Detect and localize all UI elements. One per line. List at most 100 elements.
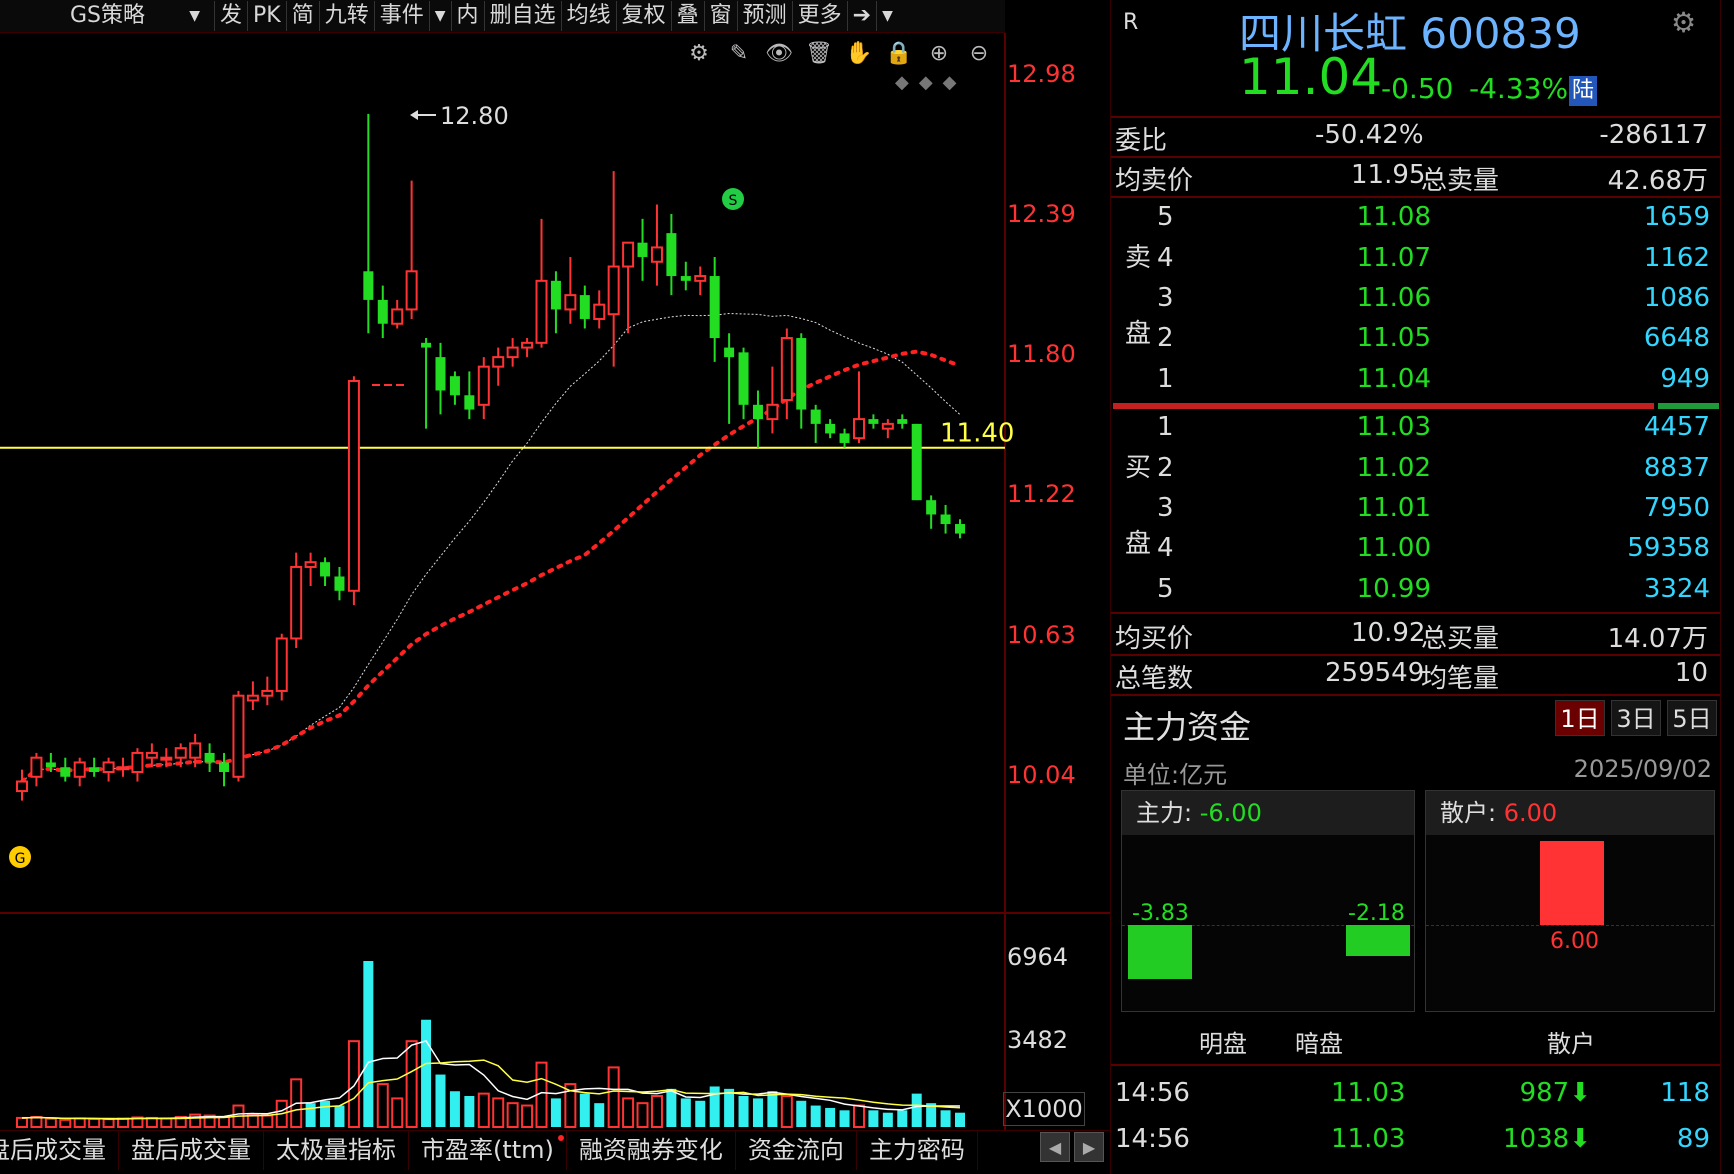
kline-chart[interactable]: 11.40 12.80 S G bbox=[0, 33, 1110, 1130]
ask-side-char: 卖 bbox=[1124, 243, 1151, 273]
bid-price[interactable]: 11.03 bbox=[1311, 412, 1431, 442]
candle bbox=[391, 299, 404, 329]
ask-price[interactable]: 11.05 bbox=[1311, 323, 1431, 353]
bid-side-char: 买 bbox=[1124, 453, 1151, 483]
volume-bar bbox=[940, 1110, 951, 1127]
tab-margin-trading[interactable]: 融资融券变化 bbox=[567, 1131, 736, 1170]
pen-icon[interactable]: ✎ bbox=[726, 40, 752, 66]
volume-bar bbox=[347, 1040, 360, 1129]
toolbar-item-forecast[interactable]: 预测 bbox=[738, 1, 793, 31]
dark-market-value: -2.18 bbox=[1348, 901, 1405, 926]
price-tick: 12.39 bbox=[1007, 200, 1076, 228]
toolbar-item-window[interactable]: 窗 bbox=[705, 1, 738, 31]
tab-main-code[interactable]: 主力密码 bbox=[857, 1131, 978, 1170]
hand-icon[interactable]: ✋ bbox=[845, 40, 872, 66]
tab-after-hours-volume-2[interactable]: 盘后成交量 bbox=[119, 1131, 264, 1170]
bid-price[interactable]: 11.01 bbox=[1311, 493, 1431, 523]
period-1d[interactable]: 1日 bbox=[1555, 700, 1605, 736]
ask-price[interactable]: 11.08 bbox=[1311, 202, 1431, 232]
volume-bar bbox=[421, 1019, 432, 1127]
volume-bar bbox=[550, 1098, 561, 1127]
toolbar-item-adjust[interactable]: 复权 bbox=[617, 1, 672, 31]
toolbar-item-dropdown[interactable]: ▼ bbox=[430, 1, 452, 31]
zoom-out-icon[interactable]: ⊖ bbox=[966, 40, 992, 66]
right-edge-panel bbox=[1720, 0, 1734, 1174]
candle-body bbox=[940, 514, 951, 525]
ask-price[interactable]: 11.04 bbox=[1311, 364, 1431, 394]
gear-icon[interactable]: ⚙ bbox=[1671, 6, 1696, 39]
candle bbox=[911, 423, 922, 501]
bid-price[interactable]: 11.02 bbox=[1311, 453, 1431, 483]
bid-price[interactable]: 10.99 bbox=[1311, 574, 1431, 604]
candle-body bbox=[868, 419, 879, 424]
chevron-down-icon[interactable]: ▼ bbox=[877, 1, 898, 31]
candle-body bbox=[117, 766, 130, 771]
candle bbox=[868, 414, 879, 429]
candle bbox=[521, 338, 534, 358]
volume-bar bbox=[738, 1096, 749, 1127]
tab-fund-flow[interactable]: 资金流向 bbox=[736, 1131, 857, 1170]
tab-taiji-volume[interactable]: 太极量指标 bbox=[264, 1131, 409, 1170]
volume-bar bbox=[825, 1107, 836, 1127]
quote-panel: R 四川长虹 600839 ⚙ 11.04 -0.50 -4.33% 陆 委比 … bbox=[1110, 0, 1721, 1174]
bid-price[interactable]: 11.00 bbox=[1311, 533, 1431, 563]
candle bbox=[363, 113, 374, 334]
retail-value: 6.00 bbox=[1503, 799, 1558, 827]
toolbar-item-jian[interactable]: 简 bbox=[287, 1, 320, 31]
toolbar-item-ma[interactable]: 均线 bbox=[562, 1, 617, 31]
toolbar-item-nei[interactable]: 内 bbox=[452, 1, 485, 31]
bid-level: 3 bbox=[1157, 493, 1174, 523]
candle-body bbox=[73, 761, 86, 778]
volume-bar bbox=[839, 1110, 850, 1127]
candle-body bbox=[897, 419, 908, 424]
candle-body bbox=[290, 565, 303, 640]
unit-label: 单位:亿元 bbox=[1123, 761, 1228, 789]
trades-count: 259549 bbox=[1325, 658, 1425, 688]
volume-bar bbox=[767, 1091, 778, 1127]
toolbar-item-events[interactable]: 事件 bbox=[375, 1, 430, 31]
settings-icon[interactable]: ⚙ bbox=[686, 40, 712, 66]
price-tick: 10.63 bbox=[1007, 621, 1076, 649]
signal-g-icon[interactable]: G bbox=[9, 846, 31, 868]
signal-s-icon[interactable]: S bbox=[722, 188, 744, 210]
period-3d[interactable]: 3日 bbox=[1611, 700, 1661, 736]
volume-bar bbox=[405, 1040, 418, 1129]
candle-body bbox=[421, 342, 432, 348]
money-flow-title: 主力资金 bbox=[1123, 708, 1252, 746]
tab-after-hours-volume[interactable]: 盘后成交量 bbox=[0, 1131, 119, 1170]
candle bbox=[897, 414, 908, 429]
ask-level: 2 bbox=[1157, 323, 1174, 353]
volume-bar bbox=[117, 1117, 130, 1129]
toolbar-item-more[interactable]: 更多 bbox=[793, 1, 848, 31]
candle bbox=[405, 180, 418, 319]
strategy-dropdown[interactable]: GS策略 ▼ bbox=[0, 1, 215, 31]
main-force-label: 主力: bbox=[1136, 799, 1193, 827]
toolbar-item-pk[interactable]: PK bbox=[248, 1, 287, 31]
volume-bar bbox=[852, 1104, 865, 1128]
lock-icon[interactable]: 🔒 bbox=[885, 40, 912, 66]
volume-bar bbox=[449, 1091, 460, 1127]
zoom-in-icon[interactable]: ⊕ bbox=[926, 40, 952, 66]
notification-dot bbox=[557, 1135, 564, 1141]
candle bbox=[131, 748, 144, 782]
candle bbox=[421, 338, 432, 429]
avg-ask: 11.95 bbox=[1351, 160, 1426, 190]
candle bbox=[926, 495, 937, 529]
candle-body bbox=[766, 403, 779, 421]
toolbar-item-jiuzhuan[interactable]: 九转 bbox=[320, 1, 375, 31]
scroll-right-icon[interactable]: ▶ bbox=[1074, 1132, 1104, 1162]
scroll-left-icon[interactable]: ◀ bbox=[1040, 1132, 1070, 1162]
candle-body bbox=[650, 246, 663, 263]
dark-market-bar bbox=[1346, 925, 1410, 956]
ask-price[interactable]: 11.07 bbox=[1311, 243, 1431, 273]
toolbar-item-fa[interactable]: 发 bbox=[215, 1, 249, 31]
collapse-right-icon[interactable]: ➔ bbox=[848, 1, 878, 31]
trash-icon[interactable]: 🗑 bbox=[805, 40, 833, 66]
ask-price[interactable]: 11.06 bbox=[1311, 283, 1431, 313]
eye-icon[interactable]: 👁 bbox=[765, 40, 793, 66]
divider bbox=[1111, 116, 1721, 118]
toolbar-item-overlay[interactable]: 叠 bbox=[672, 1, 705, 31]
period-5d[interactable]: 5日 bbox=[1667, 700, 1717, 736]
toolbar-item-remove-watchlist[interactable]: 删自选 bbox=[485, 1, 562, 31]
tab-pe-ttm[interactable]: 市盈率(ttm) bbox=[409, 1131, 567, 1170]
